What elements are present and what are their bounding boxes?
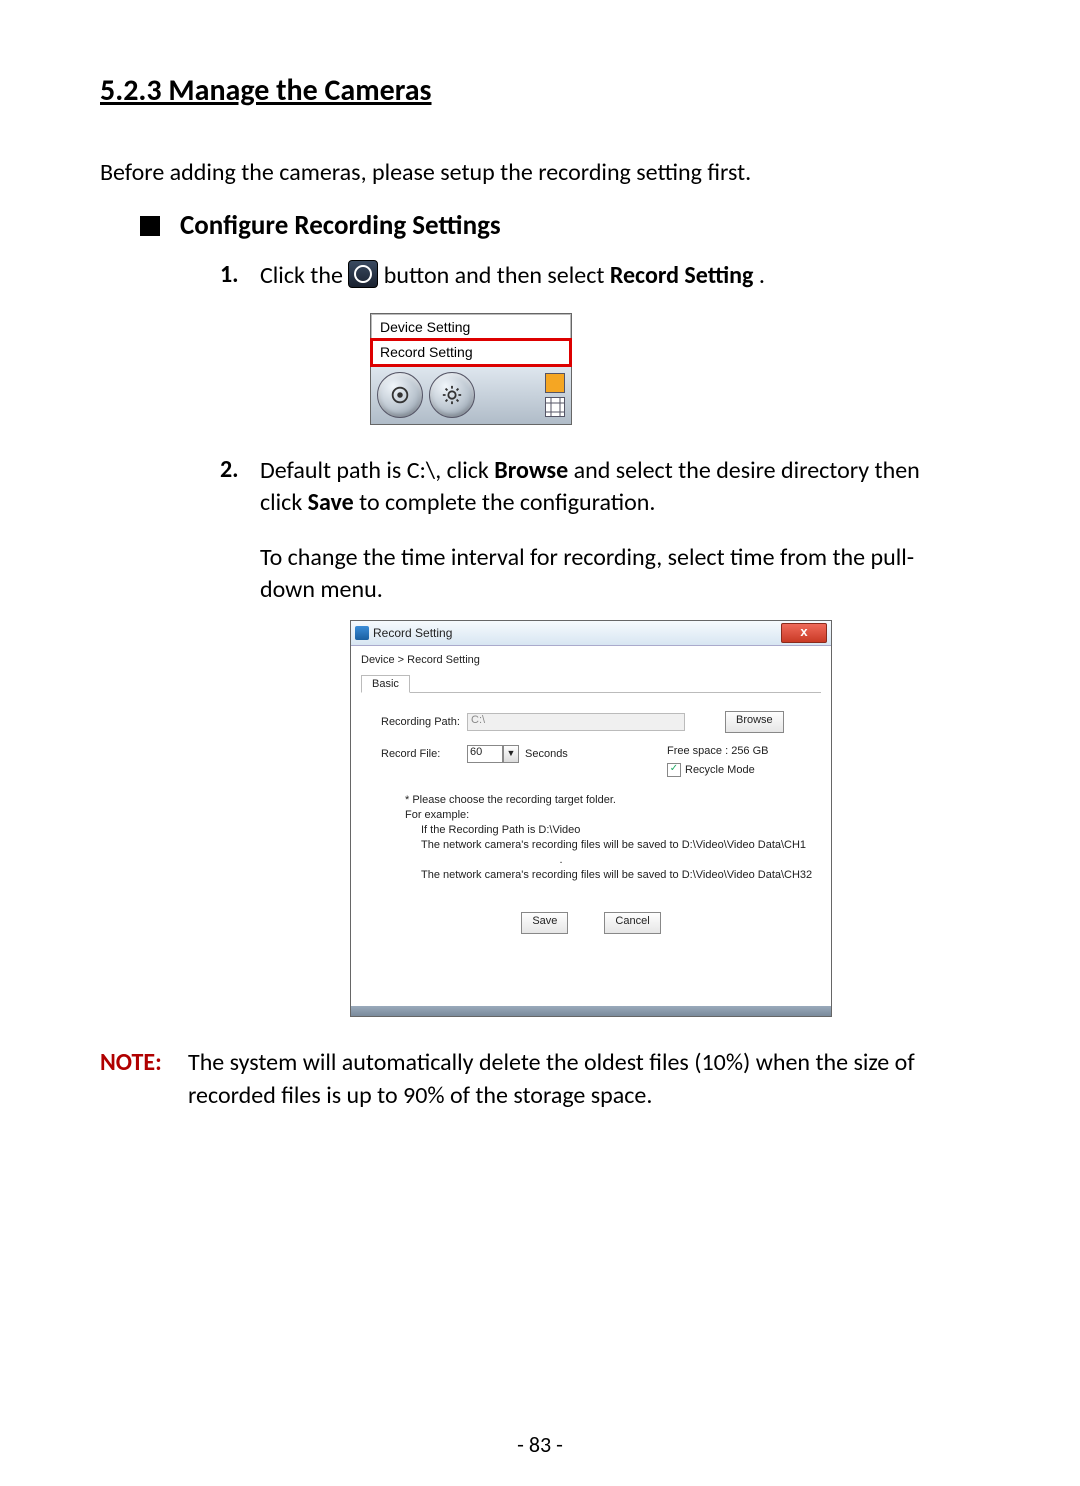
text-fragment: Default path is C:\, click <box>260 456 494 485</box>
recording-path-row: Recording Path: C:\ Browse <box>381 711 821 733</box>
recycle-mode-row: ✓ Recycle Mode <box>667 763 755 777</box>
note-block: NOTE: The system will automatically dele… <box>100 1047 980 1112</box>
text-fragment: to complete the configuration. <box>359 488 655 517</box>
subheading: Configure Recording Settings <box>180 209 501 242</box>
step-list: 1. Click the button and then select Reco… <box>220 260 980 1017</box>
dialog-body: Device > Record Setting Basic Recording … <box>351 646 831 1006</box>
interval-dropdown[interactable]: ▼ <box>503 745 519 763</box>
help-line: If the Recording Path is D:\Video <box>421 823 821 838</box>
menu-item-device-setting[interactable]: Device Setting <box>372 315 570 340</box>
help-line: The network camera's recording files wil… <box>421 838 821 853</box>
layout-grid-icon[interactable] <box>545 397 565 417</box>
step-2: 2. Default path is C:\, click Browse and… <box>220 455 980 607</box>
document-page: 5.2.3 Manage the Cameras Before adding t… <box>0 0 1080 1486</box>
menu-item-record-setting[interactable]: Record Setting <box>372 340 570 365</box>
settings-button[interactable] <box>429 372 475 418</box>
page-number: - 83 - <box>0 1431 1080 1458</box>
free-space-label: Free space : 256 GB <box>667 745 769 757</box>
step-1: 1. Click the button and then select Reco… <box>220 260 980 292</box>
gear-icon <box>441 384 463 406</box>
browse-button[interactable]: Browse <box>725 711 784 733</box>
record-icon <box>389 384 411 406</box>
dialog-actions: Save Cancel <box>361 912 821 934</box>
context-menu: Device Setting Record Setting <box>371 314 571 366</box>
dialog-titlebar: Record Setting x <box>351 621 831 646</box>
breadcrumb: Device > Record Setting <box>361 652 821 674</box>
toolbar-icon-row <box>371 366 571 424</box>
layout-tiles <box>545 373 565 417</box>
text-paragraph: To change the time interval for recordin… <box>260 542 960 607</box>
label-record-file: Record File: <box>381 748 467 760</box>
recording-path-input[interactable]: C:\ <box>467 713 685 731</box>
step-text: Click the button and then select Record … <box>260 260 765 292</box>
label-seconds: Seconds <box>525 748 568 760</box>
text-bold: Browse <box>494 456 568 485</box>
text-fragment: button and then select <box>384 261 610 290</box>
label-recycle-mode: Recycle Mode <box>685 764 755 776</box>
help-line: The network camera's recording files wil… <box>421 868 821 883</box>
record-button[interactable] <box>377 372 423 418</box>
help-line: For example: <box>405 808 821 823</box>
text-bold: Save <box>308 488 354 517</box>
record-setting-dialog: Record Setting x Device > Record Setting… <box>350 620 832 1017</box>
step-number: 2. <box>220 455 260 607</box>
step-number: 1. <box>220 260 260 292</box>
square-bullet-icon <box>140 216 160 236</box>
label-recording-path: Recording Path: <box>381 716 467 728</box>
text-fragment: Click the <box>260 261 348 290</box>
close-button[interactable]: x <box>781 623 827 643</box>
text-bold: Record Setting <box>610 261 754 290</box>
tab-strip: Basic <box>361 674 821 693</box>
note-text: The system will automatically delete the… <box>188 1047 980 1112</box>
section-heading: 5.2.3 Manage the Cameras <box>100 72 980 109</box>
dialog-title: Record Setting <box>373 626 781 640</box>
layout-single-icon[interactable] <box>545 373 565 393</box>
tab-basic[interactable]: Basic <box>361 675 410 693</box>
subheading-row: Configure Recording Settings <box>140 209 980 242</box>
camera-settings-icon <box>348 260 378 288</box>
help-line: * Please choose the recording target fol… <box>405 793 821 808</box>
help-text: * Please choose the recording target fol… <box>405 793 821 882</box>
app-icon <box>355 626 369 640</box>
intro-paragraph: Before adding the cameras, please setup … <box>100 157 980 189</box>
text-fragment: . <box>759 261 765 290</box>
context-menu-figure: Device Setting Record Setting <box>370 313 572 425</box>
record-file-row: Record File: 60 ▼ Seconds Free space : 2… <box>381 745 821 763</box>
record-interval-input[interactable]: 60 <box>467 745 503 763</box>
cancel-button[interactable]: Cancel <box>604 912 660 934</box>
note-label: NOTE: <box>100 1047 180 1112</box>
recycle-mode-checkbox[interactable]: ✓ <box>667 763 681 777</box>
step-text: Default path is C:\, click Browse and se… <box>260 455 960 607</box>
save-button[interactable]: Save <box>521 912 568 934</box>
dialog-bottom-strip <box>351 1006 831 1016</box>
help-ellipsis: . <box>421 853 701 868</box>
